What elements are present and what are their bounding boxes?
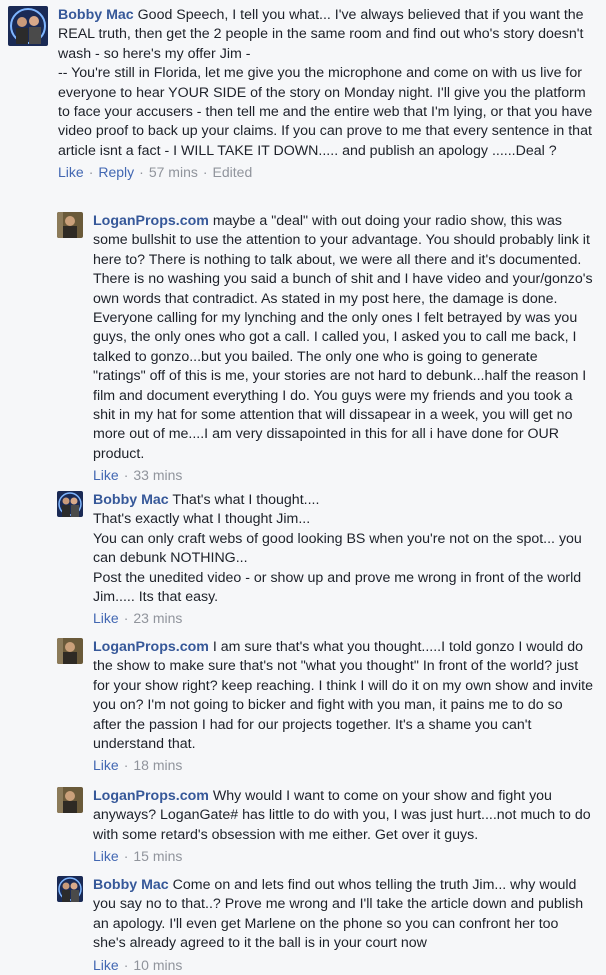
comment-actions: Like · 33 mins (93, 466, 593, 485)
like-button[interactable]: Like (93, 757, 119, 773)
comment-author[interactable]: LoganProps.com (93, 788, 209, 804)
comment-author[interactable]: Bobby Mac (58, 7, 134, 23)
comment-author[interactable]: LoganProps.com (93, 213, 209, 229)
bobby-mac-avatar[interactable] (57, 491, 83, 517)
comment-message: maybe a "deal" with out doing your radio… (93, 213, 593, 462)
comment-text: Bobby Mac That's what I thought.... That… (93, 491, 593, 607)
comment-thread: Bobby Mac Good Speech, I tell you what..… (0, 0, 606, 975)
comment-text: LoganProps.com maybe a "deal" with out d… (93, 212, 593, 464)
comment-author[interactable]: LoganProps.com (93, 639, 209, 655)
loganprops-avatar[interactable] (57, 787, 83, 813)
comment-text: Bobby Mac Come on and lets find out whos… (93, 876, 593, 954)
comment-timestamp[interactable]: 18 mins (133, 757, 182, 773)
like-button[interactable]: Like (93, 610, 119, 626)
comment-body: LoganProps.com Why would I want to come … (93, 787, 593, 866)
comment-timestamp[interactable]: 33 mins (133, 467, 182, 483)
comment-actions: Like · 23 mins (93, 609, 593, 628)
like-button[interactable]: Like (93, 848, 119, 864)
like-button[interactable]: Like (58, 164, 84, 180)
reply-bobby-mac-5: Bobby Mac Come on and lets find out whos… (57, 876, 593, 975)
comment-body: Bobby Mac That's what I thought.... That… (93, 491, 593, 628)
comment-actions: Like · 15 mins (93, 847, 593, 866)
like-button[interactable]: Like (93, 467, 119, 483)
separator-dot: · (88, 164, 94, 181)
comment-message: Good Speech, I tell you what... I've alw… (58, 7, 593, 159)
separator-dot: · (123, 848, 129, 865)
bobby-mac-avatar[interactable] (8, 6, 48, 46)
comment-actions: Like · 18 mins (93, 756, 593, 775)
comment-timestamp[interactable]: 23 mins (133, 610, 182, 626)
separator-dot: · (202, 164, 208, 181)
edited-label[interactable]: Edited (213, 164, 253, 180)
comment-text: LoganProps.com I am sure that's what you… (93, 638, 593, 754)
reply-loganprops-4: LoganProps.com Why would I want to come … (57, 787, 593, 866)
comment-message: That's what I thought.... That's exactly… (93, 492, 582, 606)
like-button[interactable]: Like (93, 957, 119, 973)
comment-message: I am sure that's what you thought.....I … (93, 639, 593, 753)
loganprops-avatar[interactable] (57, 638, 83, 664)
comment-actions: Like · Reply · 57 mins · Edited (58, 163, 598, 182)
reply-button[interactable]: Reply (98, 164, 134, 180)
comment-body: LoganProps.com I am sure that's what you… (93, 638, 593, 775)
separator-dot: · (123, 757, 129, 774)
separator-dot: · (139, 164, 144, 181)
comment-bobby-mac-1: Bobby Mac Good Speech, I tell you what..… (8, 6, 598, 182)
separator-dot: · (123, 610, 129, 627)
comment-body: LoganProps.com maybe a "deal" with out d… (93, 212, 593, 485)
comment-timestamp[interactable]: 57 mins (149, 164, 198, 180)
loganprops-avatar[interactable] (57, 212, 83, 238)
comment-text: LoganProps.com Why would I want to come … (93, 787, 593, 845)
comment-body: Bobby Mac Come on and lets find out whos… (93, 876, 593, 975)
comment-text: Bobby Mac Good Speech, I tell you what..… (58, 6, 598, 161)
comment-timestamp[interactable]: 10 mins (133, 957, 182, 973)
bobby-mac-avatar[interactable] (57, 876, 83, 902)
reply-bobby-mac-2: Bobby Mac That's what I thought.... That… (57, 491, 593, 628)
reply-loganprops-3: LoganProps.com I am sure that's what you… (57, 638, 593, 775)
reply-loganprops-1: LoganProps.com maybe a "deal" with out d… (57, 212, 593, 485)
comment-author[interactable]: Bobby Mac (93, 492, 169, 508)
comment-author[interactable]: Bobby Mac (93, 877, 169, 893)
separator-dot: · (123, 467, 129, 484)
separator-dot: · (123, 956, 129, 973)
comment-timestamp[interactable]: 15 mins (133, 848, 182, 864)
comment-body: Bobby Mac Good Speech, I tell you what..… (58, 6, 598, 182)
